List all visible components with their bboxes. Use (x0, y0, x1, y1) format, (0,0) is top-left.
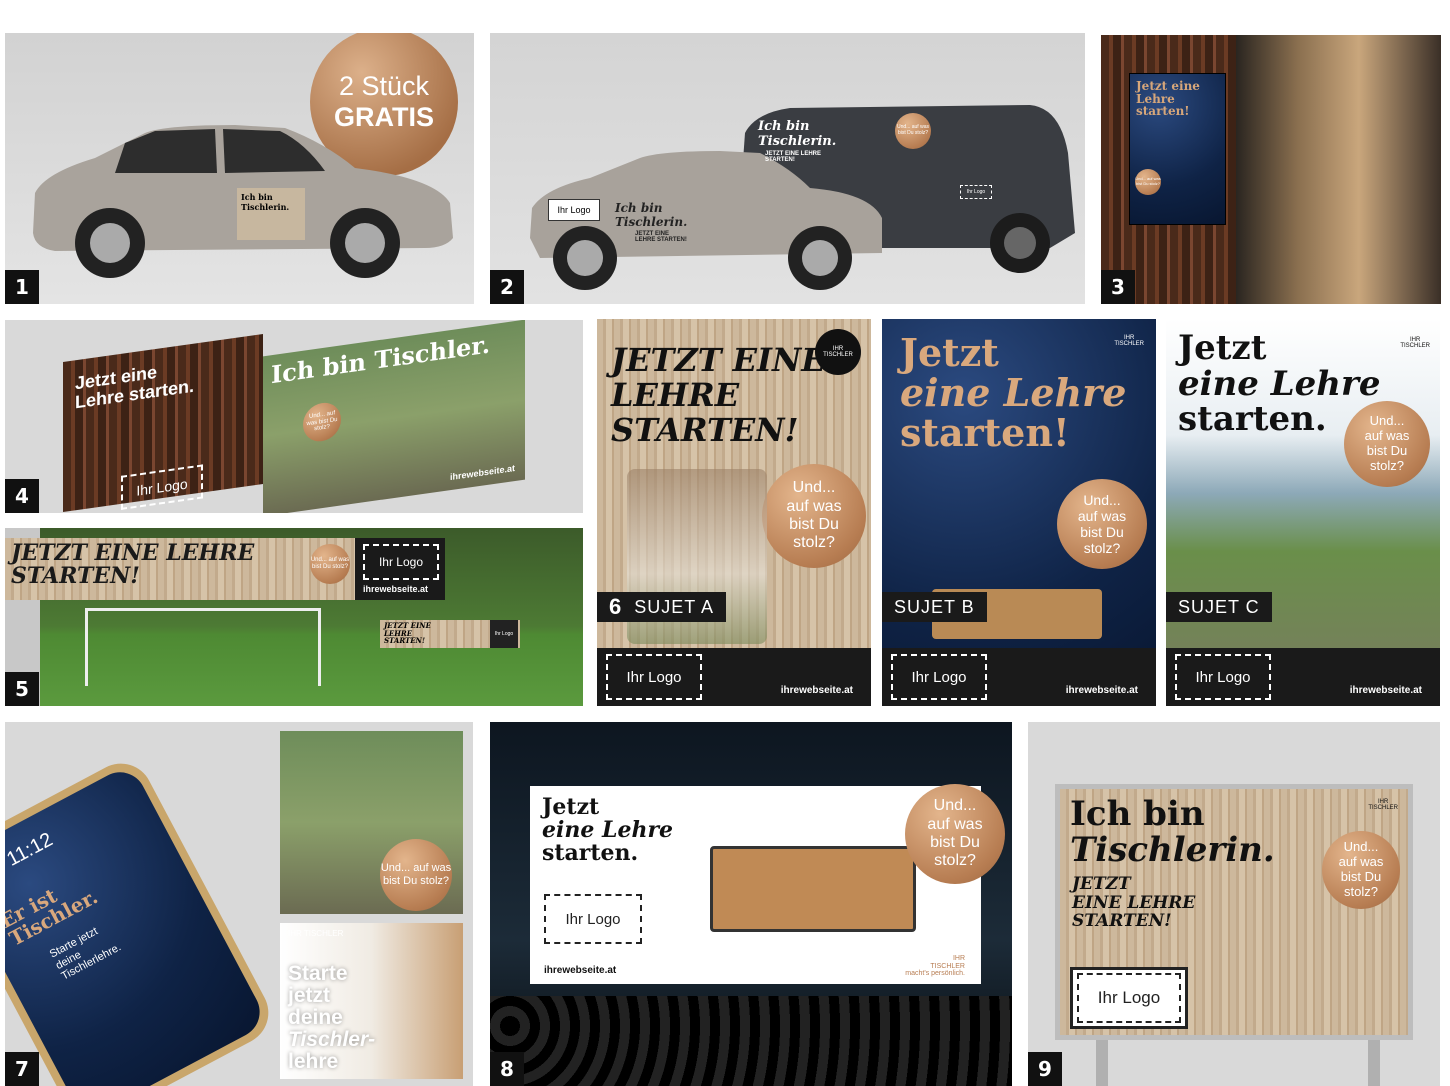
brochure-website: ihrewebseite.at (449, 462, 515, 483)
banner-bubble: Und... auf was bist Du stolz? (310, 544, 350, 584)
cinema-bubble: Und... auf was bist Du stolz? (905, 784, 1005, 884)
banner-main: JETZT EINE LEHRE STARTEN! Und... auf was… (5, 538, 355, 600)
field-banner-small-logo: Ihr Logo (490, 620, 518, 648)
goal (85, 608, 321, 686)
panel-number: 5 (5, 672, 39, 706)
sujet-b-label: SUJET B (882, 592, 987, 622)
van-bubble: Und... auf was bist Du stolz? (895, 113, 931, 149)
panel-number: 6 (609, 594, 623, 619)
panel-number: 3 (1101, 270, 1135, 304)
phone: 11:12 Er ist Tischler. Starte jetzt dein… (5, 752, 280, 1086)
brochure-right-headline: Ich bin Tischler. (271, 329, 491, 390)
van-headline: Ich bin Tischlerin. (758, 119, 837, 149)
billboard-bubble: Und... auf was bist Du stolz? (1322, 831, 1400, 909)
cinema-screen: Jetzt eine Lehre starten. Ihr Logo ihreweb… (530, 784, 1005, 984)
sujet-c-website: ihrewebseite.at (1349, 685, 1422, 696)
phone-screen: 11:12 Er ist Tischler. Starte jetzt dein… (5, 763, 269, 1086)
panel-number: 2 (490, 270, 524, 304)
cinema-website: ihrewebseite.at (544, 965, 617, 976)
audience (490, 996, 1012, 1086)
brochure-logo: Ihr Logo (121, 464, 203, 510)
panel-2-vehicles: Ich bin Tischlerin. JETZT EINE LEHRE STA… (490, 33, 1085, 304)
poster-headline: Jetzt eine Lehre starten! (1136, 79, 1200, 119)
panel-6-sujet-c: Jetzt eine Lehre starten. IHR TISCHLER Und.… (1166, 319, 1440, 706)
brochure-right-page: Ich bin Tischler. Und... auf was bist Du… (263, 320, 525, 513)
billboard-post-right (1368, 1040, 1380, 1086)
panel-number: 4 (5, 479, 39, 513)
panel-4-brochure: Jetzt eine Lehre starten. Ihr Logo Ich b… (5, 320, 583, 513)
phone-time: 11:12 (5, 828, 57, 871)
brand-logo: IHR TISCHLER (1400, 337, 1430, 349)
billboard-headline: Ich bin Tischlerin. (1070, 794, 1275, 870)
car-logo: Ihr Logo (548, 199, 600, 221)
social-bubble: Und... auf was bist Du stolz? (380, 839, 452, 911)
billboard-logo: Ihr Logo (1077, 973, 1181, 1023)
glass-door (1236, 35, 1441, 304)
social-story: IHR TISCHLER Starte jetzt deine Tischler-le… (280, 923, 463, 1079)
panel-6-sujet-b: Jetzt eine Lehre starten! IHR TISCHLER Und.… (882, 319, 1156, 706)
banner-logo-block: Ihr Logo ihrewebseite.at (355, 538, 445, 600)
van-illustration (530, 105, 1075, 290)
cinema-logo: Ihr Logo (544, 894, 642, 944)
brand-logo: IHR TISCHLER (1368, 799, 1398, 811)
sujet-a-logo: Ihr Logo (606, 654, 702, 700)
panel-number: 7 (5, 1052, 39, 1086)
car-illustration (33, 125, 453, 278)
brand-logo: IHR TISCHLER (1114, 335, 1144, 347)
brand-logo: IHR TISCHLER (288, 929, 344, 938)
panel-9-billboard: Ich bin Tischlerin. JETZT EINE LEHRE STARTE… (1028, 722, 1440, 1086)
billboard-post-left (1096, 1040, 1108, 1086)
billboard: Ich bin Tischlerin. JETZT EINE LEHRE STARTE… (1055, 784, 1413, 1040)
panel-3-storefront: Jetzt eine Lehre starten! Und... auf was… (1101, 35, 1441, 304)
car-sticker: Ich bin Tischlerin. (237, 188, 305, 240)
sujet-b-bubble: Und... auf was bist Du stolz? (1057, 479, 1147, 569)
wall-poster: Jetzt eine Lehre starten! Und... auf was… (1129, 73, 1226, 225)
sideboard-product (710, 846, 916, 932)
sujet-c-logo: Ihr Logo (1175, 654, 1271, 700)
sujet-b-headline: Jetzt eine Lehre starten! (900, 330, 1127, 455)
billboard-sub: JETZT EINE LEHRE STARTEN! (1072, 874, 1196, 932)
sujet-a-headline: JETZT EINE LEHRE STARTEN! (611, 341, 826, 450)
panel-7-mobile: 11:12 Er ist Tischler. Starte jetzt dein… (5, 722, 473, 1086)
brochure-left-headline: Jetzt eine Lehre starten. (75, 361, 195, 413)
billboard-logo-box: Ihr Logo (1070, 967, 1188, 1029)
brochure-bubble: Und... auf was bist Du stolz? (303, 400, 341, 444)
sujet-a-label: 6 SUJET A (597, 592, 726, 622)
van-sub: JETZT EINE LEHRE STARTEN! (765, 151, 822, 163)
sujet-c-bubble: Und... auf was bist Du stolz? (1344, 401, 1430, 487)
brand-logo: IHR TISCHLER (815, 329, 861, 375)
field-banner-small: JETZT EINE LEHRE STARTEN! Ihr Logo (380, 620, 520, 648)
brand-logo: IHR TISCHLER macht's persönlich. (905, 954, 965, 978)
panel-number: 9 (1028, 1052, 1062, 1086)
cinema-headline: Jetzt eine Lehre starten. (542, 794, 674, 867)
sujet-a-bubble: Und... auf was bist Du stolz? (762, 464, 866, 568)
van-logo: Ihr Logo (960, 185, 992, 199)
sujet-b-logo: Ihr Logo (891, 654, 987, 700)
story-text: Starte jetzt deine Tischler-lehre (288, 962, 376, 1074)
panel-5-banner: JETZT EINE LEHRE STARTEN! Ihr Logo JETZT… (5, 528, 583, 706)
field-banner-small-headline: JETZT EINE LEHRE STARTEN! (384, 621, 431, 646)
brochure-left-page: Jetzt eine Lehre starten. Ihr Logo (63, 333, 263, 513)
panel-8-cinema: Jetzt eine Lehre starten. Ihr Logo ihreweb… (490, 722, 1012, 1086)
sujet-a-website: ihrewebseite.at (780, 685, 853, 696)
banner-website: ihrewebseite.at (363, 584, 429, 594)
banner-headline: JETZT EINE LEHRE STARTEN! (11, 540, 255, 590)
panel-number: 1 (5, 270, 39, 304)
sujet-c-label: SUJET C (1166, 592, 1272, 622)
poster-bubble: Und... auf was bist Du stolz? (1135, 169, 1161, 195)
sujet-b-website: ihrewebseite.at (1065, 685, 1138, 696)
social-post-1: Und... auf was bist Du stolz? (280, 731, 463, 914)
panel-1-car: 2 Stück GRATIS Ich bin Tischlerin. 1 (5, 33, 474, 304)
car-headline: Ich bin Tischlerin. (615, 201, 688, 229)
panel-number: 8 (490, 1052, 524, 1086)
banner-logo: Ihr Logo (363, 544, 439, 580)
panel-6-sujet-a: JETZT EINE LEHRE STARTEN! IHR TISCHLER Un… (597, 319, 871, 706)
car-sub: JETZT EINE LEHRE STARTEN! (635, 231, 687, 243)
